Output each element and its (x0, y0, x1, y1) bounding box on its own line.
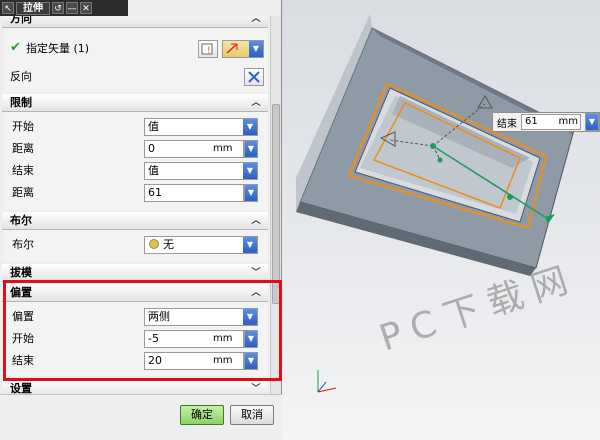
limits-start-dropdown[interactable]: 值 ▼ (144, 118, 258, 136)
chevron-up-icon[interactable]: ︿ (250, 16, 262, 24)
spin-down-icon[interactable]: ▼ (244, 140, 258, 158)
section-direction-title: 方向 (10, 16, 32, 25)
offset-highlight-box (3, 280, 282, 381)
vector-type-dropdown[interactable]: ▼ (249, 40, 264, 58)
reverse-direction-icon[interactable] (244, 68, 264, 86)
chevron-up-icon[interactable]: ︿ (250, 216, 262, 226)
section-limits-body: 开始 值 ▼ 距离 0 mm ▼ 结束 值 ▼ 距离 61 ▼ (4, 112, 268, 210)
section-draft-title: 拔模 (10, 266, 32, 279)
svg-text:!: ! (207, 46, 211, 56)
ok-button[interactable]: 确定 (180, 405, 224, 425)
chevron-down-icon[interactable]: ▼ (243, 237, 257, 253)
chevron-down-icon[interactable]: ▼ (249, 41, 263, 57)
section-boolean-title: 布尔 (10, 214, 32, 227)
limits-end-distance-input[interactable]: 61 (144, 184, 244, 202)
section-boolean-header[interactable]: 布尔 ︿ (2, 212, 268, 230)
boolean-value: 无 (163, 238, 174, 251)
chevron-down-icon[interactable]: ▼ (243, 119, 257, 135)
close-icon[interactable]: ✕ (80, 2, 92, 14)
chevron-down-icon[interactable]: ﹀ (250, 268, 262, 278)
boolean-none-icon (149, 239, 159, 249)
dialog-title: 拉伸 (16, 1, 50, 15)
limits-start-distance-input[interactable]: 0 mm (144, 140, 244, 158)
floating-spin-icon[interactable]: ▼ (585, 113, 599, 131)
boolean-dropdown[interactable]: 无 ▼ (144, 236, 258, 254)
limits-end-value: 值 (148, 164, 159, 177)
chevron-down-icon[interactable]: ﹀ (250, 384, 262, 394)
vector-picker-icon[interactable] (222, 40, 250, 58)
select-arrow-icon[interactable]: ↖ (2, 2, 14, 14)
section-direction-header[interactable]: 方向 ︿ (2, 16, 268, 28)
reset-icon[interactable]: ↺ (52, 2, 64, 14)
chevron-down-icon[interactable]: ▼ (243, 163, 257, 179)
section-settings-header[interactable]: 设置 ﹀ (2, 380, 268, 394)
cancel-button[interactable]: 取消 (230, 405, 274, 425)
floating-end-value[interactable]: 61 (525, 116, 538, 127)
floating-end-label: 结束 (497, 119, 517, 130)
section-settings-title: 设置 (10, 382, 32, 394)
limits-end-dropdown[interactable]: 值 ▼ (144, 162, 258, 180)
floating-end-unit: mm (558, 116, 578, 127)
spin-down-icon[interactable]: ▼ (244, 184, 258, 202)
dialog-titlebar: ↖ 拉伸 ↺ — ✕ (0, 0, 128, 16)
collapse-icon[interactable]: — (66, 2, 78, 14)
section-limits-header[interactable]: 限制 ︿ (2, 94, 268, 112)
chevron-up-icon[interactable]: ︿ (250, 98, 262, 108)
section-direction-body: ✔ 指定矢量 (1) ! ▼ 反向 (4, 28, 268, 92)
limits-end-distance-label: 距离 (12, 186, 34, 199)
limits-start-value: 值 (148, 120, 159, 133)
limits-end-distance-value[interactable]: 61 (148, 186, 162, 199)
check-icon: ✔ (10, 40, 21, 55)
extrude-dialog: ↖ 拉伸 ↺ — ✕ 方向 ︿ ✔ 指定矢量 (1) ! ▼ 反向 限制 ︿ 开… (0, 0, 282, 440)
limits-start-label: 开始 (12, 120, 34, 133)
scrollbar-thumb[interactable] (272, 104, 280, 304)
specify-vector-label[interactable]: 指定矢量 (1) (26, 40, 89, 58)
reverse-label: 反向 (10, 70, 32, 83)
dialog-footer: 确定 取消 (0, 394, 282, 440)
vector-dialog-icon[interactable]: ! (198, 40, 218, 58)
end-distance-floating-input[interactable]: 结束 61 mm ▼ (492, 112, 600, 132)
limits-start-distance-value[interactable]: 0 (148, 142, 155, 155)
section-limits-title: 限制 (10, 96, 32, 109)
section-boolean-body: 布尔 无 ▼ (4, 230, 268, 262)
boolean-label: 布尔 (12, 238, 34, 251)
limits-end-label: 结束 (12, 164, 34, 177)
limits-start-distance-unit: mm (213, 143, 233, 154)
limits-start-distance-label: 距离 (12, 142, 34, 155)
